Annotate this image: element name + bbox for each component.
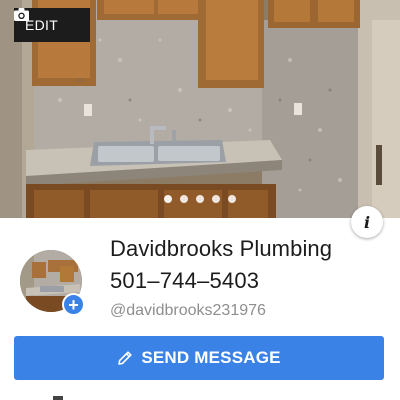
cover-photo[interactable]: EDIT: [0, 0, 400, 218]
carousel-indicator: [0, 195, 400, 203]
send-message-button[interactable]: SEND MESSAGE: [14, 336, 384, 380]
plus-icon: +: [68, 294, 79, 315]
carousel-dot[interactable]: [164, 195, 172, 203]
carousel-dot[interactable]: [196, 195, 204, 203]
carousel-dot[interactable]: [228, 195, 236, 203]
edit-cover-button[interactable]: EDIT: [14, 8, 90, 42]
business-name: Davidbrooks Plumbing: [110, 236, 333, 261]
username-handle: @davidbrooks231976: [110, 302, 266, 319]
carousel-dot[interactable]: [180, 195, 188, 203]
edit-label: EDIT: [25, 17, 59, 33]
pencil-icon: [118, 351, 132, 365]
camera-icon: [14, 8, 29, 21]
carousel-dot[interactable]: [212, 195, 220, 203]
info-button[interactable]: i: [351, 206, 383, 238]
partial-icon: [53, 396, 63, 400]
info-icon: i: [363, 212, 371, 232]
send-message-label: SEND MESSAGE: [141, 348, 281, 367]
add-photo-button[interactable]: +: [62, 293, 85, 316]
phone-number[interactable]: 501–744–5403: [110, 268, 259, 294]
